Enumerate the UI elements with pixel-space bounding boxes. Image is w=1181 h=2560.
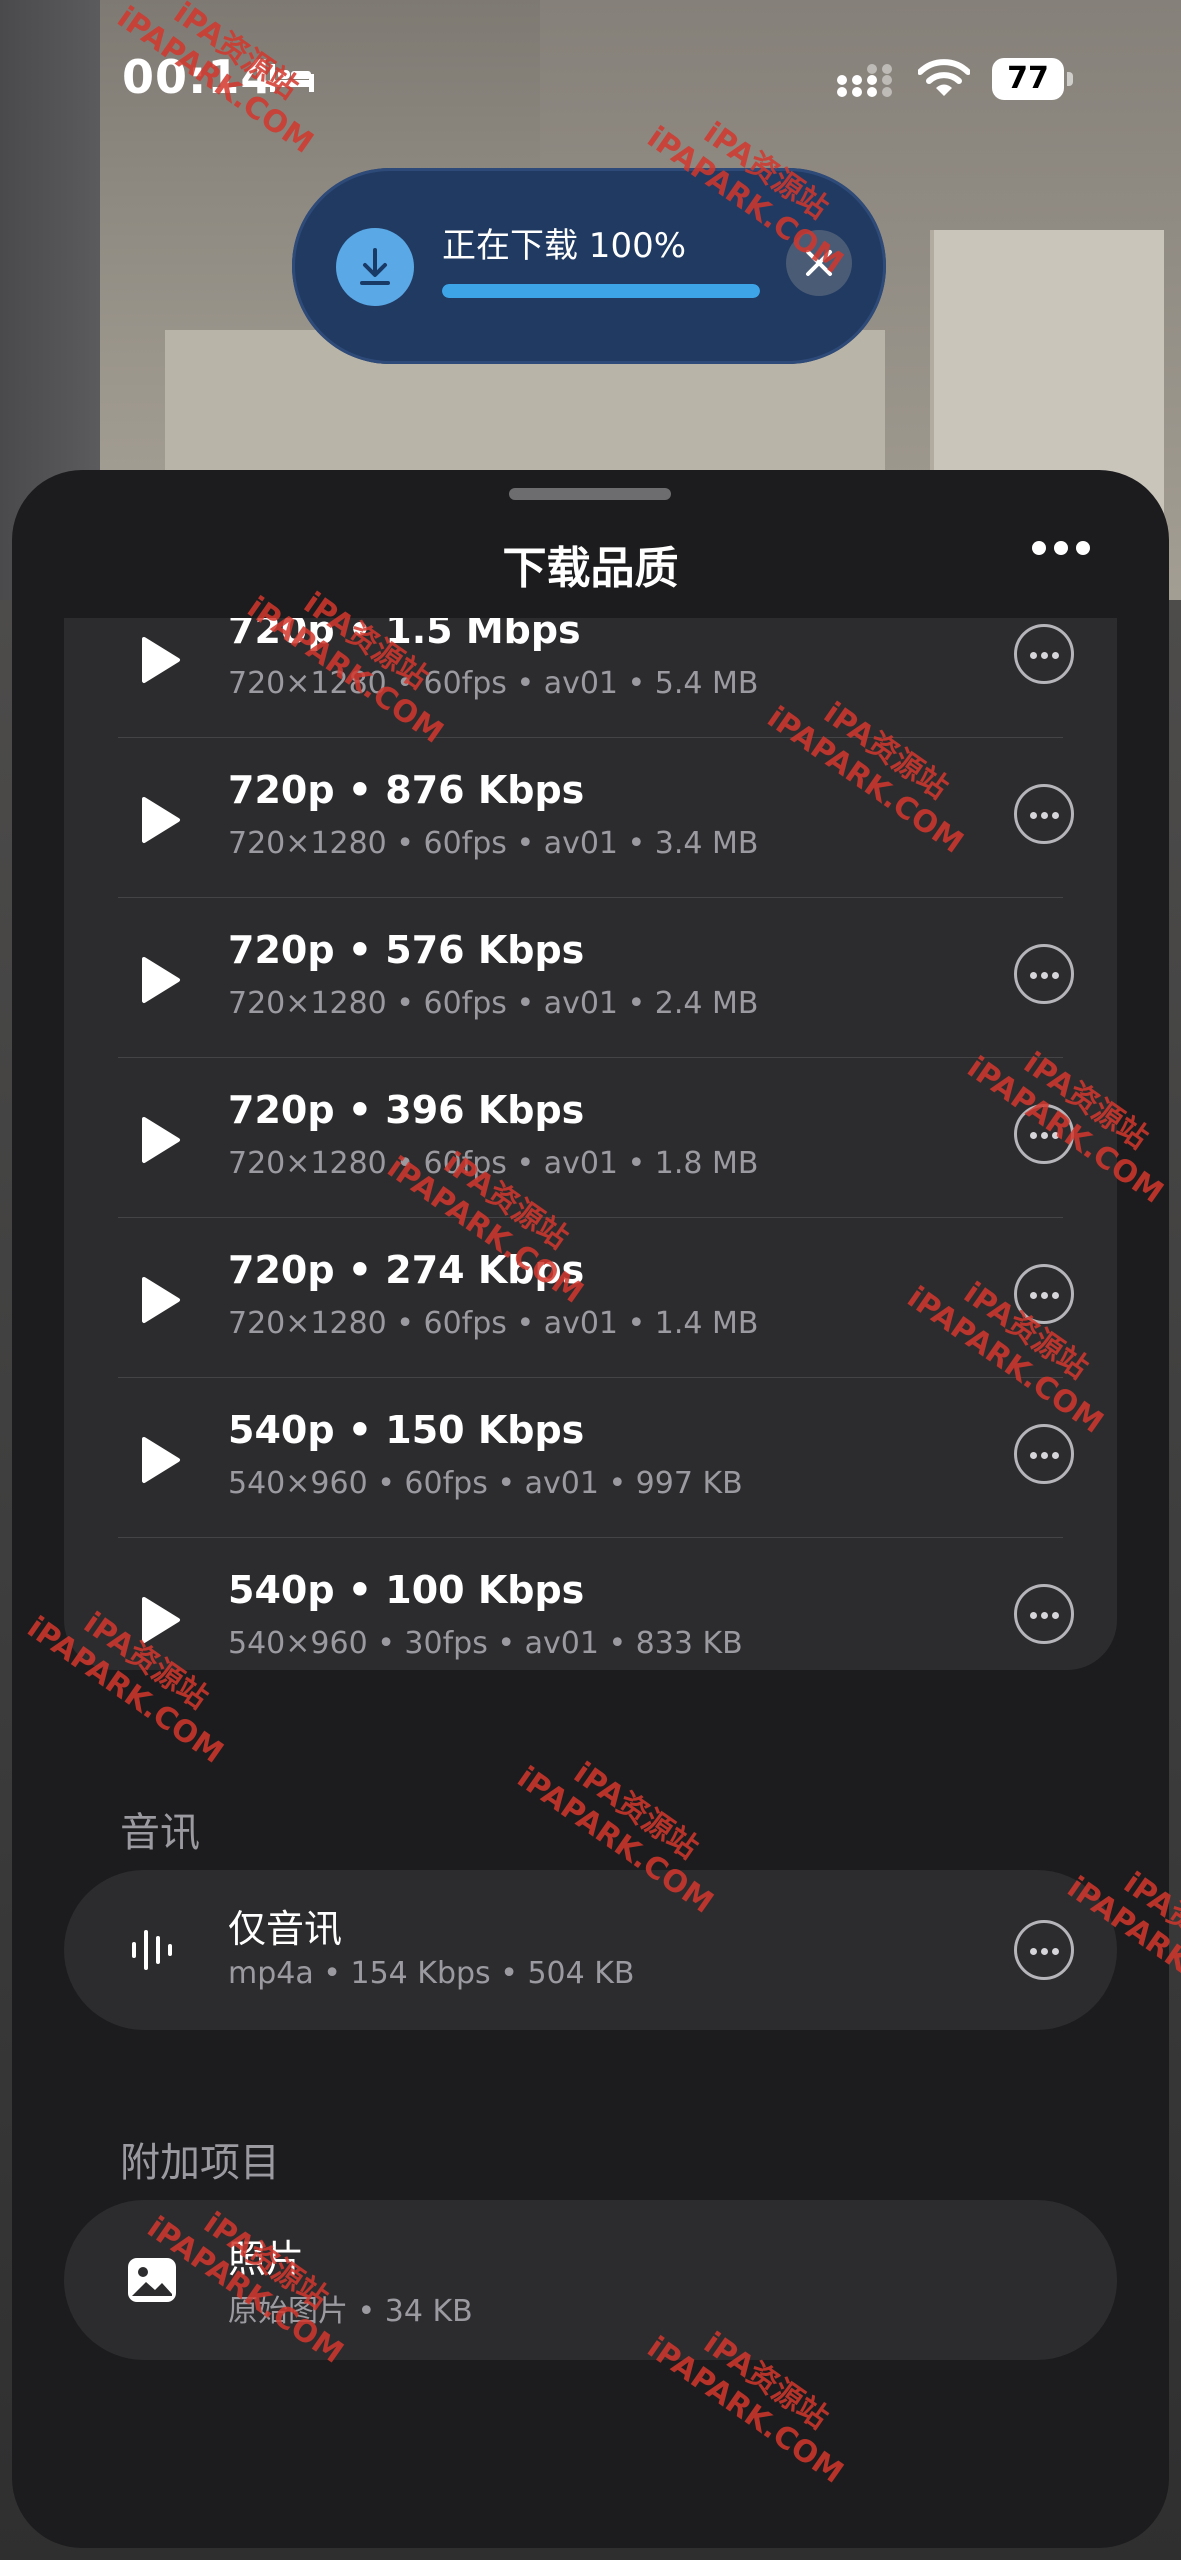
download-progress-bar — [442, 284, 760, 298]
video-option-row[interactable]: 540p • 150 Kbps 540×960 • 60fps • av01 •… — [64, 1378, 1117, 1538]
video-option-details: 540×960 • 60fps • av01 • 997 KB — [228, 1466, 743, 1501]
option-more-button[interactable] — [1014, 1424, 1074, 1484]
audio-section-label: 音讯 — [120, 1810, 200, 1856]
video-option-row[interactable]: 720p • 396 Kbps 720×1280 • 60fps • av01 … — [64, 1058, 1117, 1218]
video-option-title: 720p • 576 Kbps — [228, 928, 585, 972]
play-icon — [142, 957, 180, 1003]
battery-level: 77 — [992, 58, 1064, 100]
cellular-signal-icon — [837, 64, 892, 97]
video-option-details: 720×1280 • 60fps • av01 • 3.4 MB — [228, 826, 759, 861]
video-option-row[interactable]: 720p • 576 Kbps 720×1280 • 60fps • av01 … — [64, 898, 1117, 1058]
play-icon — [142, 1437, 180, 1483]
more-options-button[interactable] — [1032, 540, 1112, 570]
audio-only-option[interactable]: 仅音讯 mp4a • 154 Kbps • 504 KB — [64, 1870, 1117, 2030]
download-progress-fill — [442, 284, 760, 298]
option-more-button[interactable] — [1014, 944, 1074, 1004]
video-option-details: 720×1280 • 60fps • av01 • 5.4 MB — [228, 666, 759, 701]
battery-icon: 77 — [992, 58, 1074, 100]
video-option-row[interactable]: 540p • 100 Kbps 540×960 • 30fps • av01 •… — [64, 1538, 1117, 1670]
wifi-icon — [918, 59, 970, 96]
play-icon — [142, 1117, 180, 1163]
audio-option-title: 仅音讯 — [228, 1907, 343, 1951]
play-icon — [142, 1277, 180, 1323]
option-more-button[interactable] — [1014, 1584, 1074, 1644]
download-icon — [336, 228, 414, 306]
video-option-details: 720×1280 • 60fps • av01 • 2.4 MB — [228, 986, 759, 1021]
sheet-grabber[interactable] — [509, 488, 671, 500]
option-more-button[interactable] — [1014, 784, 1074, 844]
video-option-title: 540p • 100 Kbps — [228, 1568, 585, 1612]
video-option-title: 720p • 876 Kbps — [228, 768, 585, 812]
sheet-title: 下载品质 — [502, 543, 679, 594]
play-icon — [142, 1597, 180, 1643]
video-options-list: 720p • 1.5 Mbps 720×1280 • 60fps • av01 … — [64, 618, 1117, 1670]
play-icon — [142, 637, 180, 683]
video-option-details: 720×1280 • 60fps • av01 • 1.4 MB — [228, 1306, 759, 1341]
video-option-title: 540p • 150 Kbps — [228, 1408, 585, 1452]
play-icon — [142, 797, 180, 843]
video-option-row[interactable]: 720p • 1.5 Mbps 720×1280 • 60fps • av01 … — [64, 618, 1117, 738]
option-more-button[interactable] — [1014, 624, 1074, 684]
download-status-text: 正在下载 100% — [442, 226, 687, 266]
video-option-title: 720p • 396 Kbps — [228, 1088, 585, 1132]
extras-section-label: 附加项目 — [120, 2140, 280, 2186]
audio-option-details: mp4a • 154 Kbps • 504 KB — [228, 1956, 635, 1991]
video-option-details: 540×960 • 30fps • av01 • 833 KB — [228, 1626, 743, 1661]
waveform-icon — [132, 1930, 172, 1970]
option-more-button[interactable] — [1014, 1920, 1074, 1980]
